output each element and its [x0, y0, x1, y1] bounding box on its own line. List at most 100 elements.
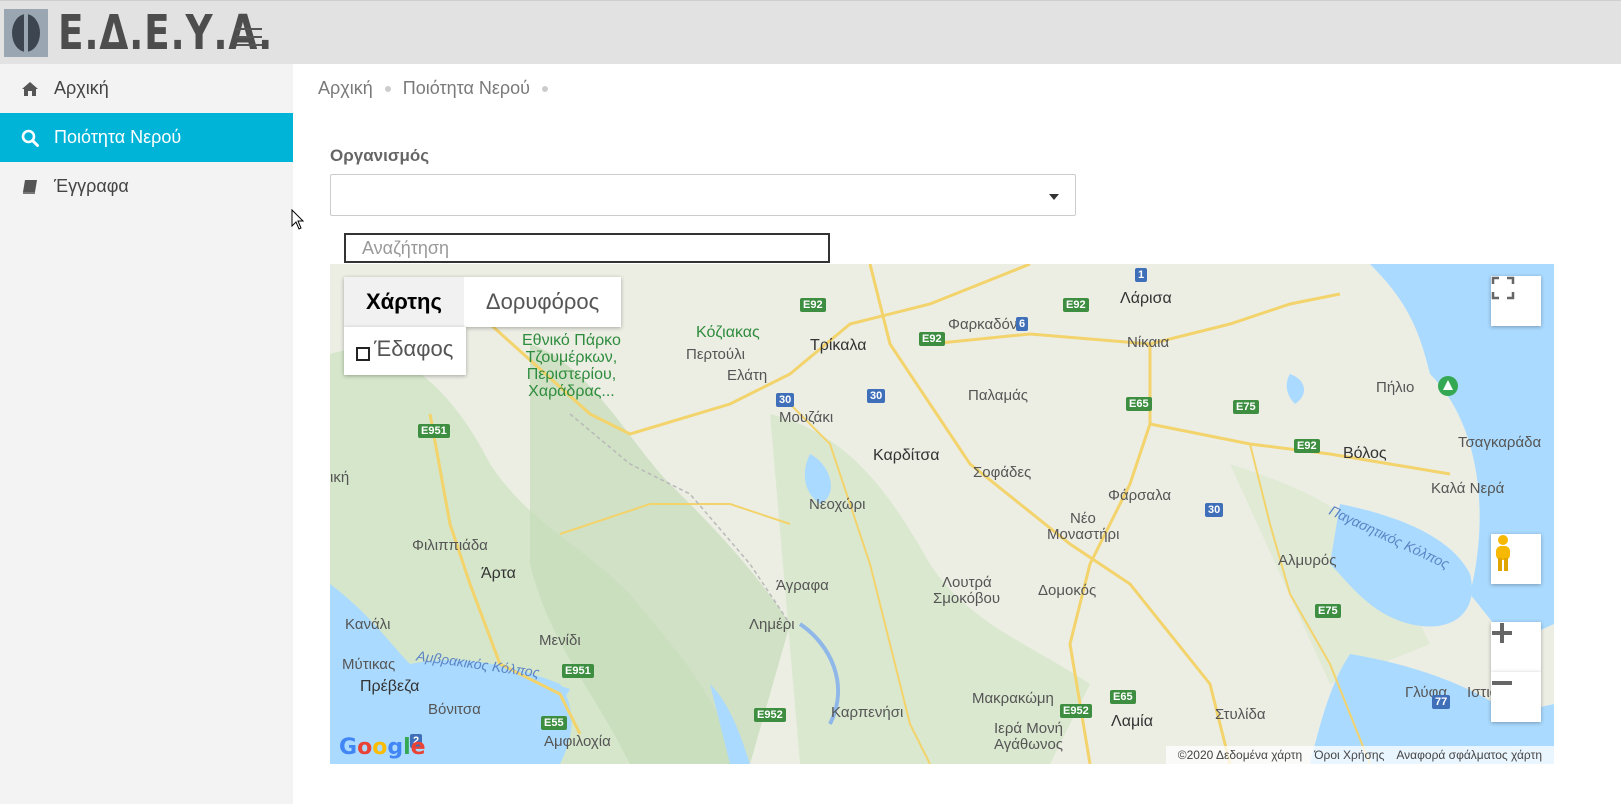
- organization-label: Οργανισμός: [330, 146, 430, 165]
- map-label: Λημέρι: [749, 616, 795, 633]
- menu-toggle-icon[interactable]: [236, 28, 262, 48]
- breadcrumb-item-water-quality[interactable]: Ποιότητα Νερού: [403, 78, 530, 99]
- breadcrumb-separator: [384, 85, 391, 92]
- road-shield: E952: [754, 708, 786, 722]
- road-shield: E65: [1110, 690, 1136, 704]
- road-shield: 6: [1016, 317, 1029, 331]
- sidebar-item-label: Αρχική: [54, 78, 109, 98]
- map-label: Νεοχώρι: [809, 496, 866, 513]
- road-shield: E951: [418, 424, 450, 438]
- terms-link[interactable]: Όροι Χρήσης: [1308, 748, 1390, 762]
- map-label: Φάρσαλα: [1108, 487, 1172, 504]
- map-label: Μενίδι: [539, 632, 581, 649]
- map-label: Αγάθωνος: [994, 736, 1064, 753]
- book-icon: [20, 177, 40, 197]
- terrain-checkbox[interactable]: [356, 347, 370, 361]
- fullscreen-button[interactable]: [1491, 276, 1541, 326]
- map-label: Φιλιππιάδα: [412, 537, 488, 554]
- map-label: Εθνικό Πάρκο Τζουμέρκων, Περιστερίου, Χα…: [522, 332, 621, 400]
- map-label: Παλαμάς: [968, 387, 1028, 404]
- map-label: Μύτικας: [342, 656, 396, 673]
- map-label: Καρδίτσα: [873, 447, 940, 464]
- road-shield: E55: [541, 716, 567, 730]
- minus-icon: [1492, 681, 1512, 685]
- road-shield: 30: [867, 389, 886, 403]
- road-shield: 30: [1205, 503, 1224, 517]
- breadcrumb: Αρχική Ποιότητα Νερού: [318, 78, 560, 99]
- map-label: Φαρκαδόνα: [948, 316, 1027, 333]
- road-shield: E92: [1063, 298, 1089, 312]
- road-shield: E92: [800, 298, 826, 312]
- home-icon: [20, 79, 40, 99]
- map-data-attribution: ©2020 Δεδομένα χάρτη: [1177, 748, 1303, 762]
- map-label: Βόνιτσα: [428, 701, 481, 718]
- map-label: Άρτα: [481, 565, 516, 582]
- terrain-label: Έδαφος: [374, 336, 454, 361]
- road-shield: 30: [776, 393, 795, 407]
- map-label: Αμφιλοχία: [544, 733, 611, 750]
- park-marker-icon[interactable]: [1438, 376, 1458, 396]
- map-search-input[interactable]: [344, 233, 830, 263]
- road-shield: E75: [1233, 400, 1259, 414]
- map-label: Άγραφα: [776, 577, 829, 594]
- map-label: Βόλος: [1343, 445, 1387, 462]
- zoom-out-button[interactable]: [1491, 672, 1541, 722]
- map-label: Λουτρά: [942, 574, 992, 591]
- map-label: Περτούλι: [686, 346, 745, 363]
- map-label: Νέο: [1070, 510, 1096, 527]
- road-shield: E75: [1315, 604, 1341, 618]
- terrain-toggle[interactable]: Έδαφος: [344, 327, 466, 375]
- map-label: Καρπενήσι: [831, 704, 904, 721]
- map-label: Στυλίδα: [1215, 706, 1266, 723]
- map-label: Μακρακώμη: [972, 690, 1054, 707]
- breadcrumb-separator: [541, 85, 548, 92]
- map-type-satellite-button[interactable]: Δορυφόρος: [464, 277, 621, 327]
- map-label: Λάρισα: [1120, 290, 1172, 307]
- breadcrumb-item-home[interactable]: Αρχική: [318, 78, 373, 99]
- map[interactable]: Λάρισα Τρίκαλα Καρδίτσα Βόλος Φαρκαδόνα …: [330, 264, 1554, 764]
- map-label: Μοναστήρι: [1047, 526, 1120, 543]
- map-label: Αλμυρός: [1278, 552, 1337, 569]
- map-label: Κόζιακας: [696, 324, 760, 341]
- sidebar-item-home[interactable]: Αρχική: [0, 64, 293, 113]
- sidebar-item-water-quality[interactable]: Ποιότητα Νερού: [0, 113, 293, 162]
- map-label: Τρίκαλα: [810, 337, 867, 354]
- search-icon: [20, 128, 40, 148]
- map-label: Νίκαια: [1127, 334, 1170, 351]
- map-label: ική: [330, 469, 350, 486]
- plus-icon: [1492, 623, 1512, 643]
- map-label: Καλά Νερά: [1431, 480, 1505, 497]
- sidebar-item-label: Ποιότητα Νερού: [54, 127, 182, 147]
- road-shield: 77: [1432, 695, 1451, 709]
- road-shield: 1: [1135, 268, 1148, 282]
- street-view-pegman-button[interactable]: [1491, 534, 1541, 584]
- mouse-cursor-icon: [291, 209, 305, 230]
- fullscreen-icon: [1491, 276, 1515, 300]
- road-shield: E952: [1060, 704, 1092, 718]
- map-label: Ελάτη: [727, 367, 768, 384]
- map-label: Κανάλι: [345, 616, 391, 633]
- map-label: Ιερά Μονή: [994, 720, 1063, 737]
- sidebar: Αρχική Ποιότητα Νερού Έγγραφα: [0, 64, 293, 804]
- sidebar-item-label: Έγγραφα: [54, 176, 129, 196]
- map-label: Τσαγκαράδα: [1458, 434, 1542, 451]
- sidebar-item-documents[interactable]: Έγγραφα: [0, 162, 293, 211]
- map-attribution: ©2020 Δεδομένα χάρτη Όροι Χρήσης Αναφορά…: [1165, 746, 1554, 764]
- chevron-down-icon: [1049, 194, 1059, 200]
- road-shield: E92: [1294, 439, 1320, 453]
- map-label: Δομοκός: [1038, 582, 1097, 599]
- map-label: Πήλιο: [1376, 379, 1415, 396]
- zoom-in-button[interactable]: [1491, 622, 1541, 672]
- map-type-control: Χάρτης Δορυφόρος: [344, 277, 622, 327]
- road-shield: E65: [1126, 397, 1152, 411]
- map-type-map-button[interactable]: Χάρτης: [344, 277, 464, 327]
- map-label: Σοφάδες: [973, 464, 1032, 481]
- main-content: Αρχική Ποιότητα Νερού Οργανισμός Αναζήτη…: [293, 64, 1621, 804]
- report-error-link[interactable]: Αναφορά σφάλματος χάρτη: [1390, 748, 1548, 762]
- road-shield: E951: [562, 664, 594, 678]
- google-logo: Google: [339, 735, 426, 760]
- map-label: Σμοκόβου: [933, 590, 1001, 607]
- organization-select[interactable]: [330, 174, 1076, 216]
- pegman-icon: [1496, 535, 1510, 571]
- road-shield: E92: [919, 332, 945, 346]
